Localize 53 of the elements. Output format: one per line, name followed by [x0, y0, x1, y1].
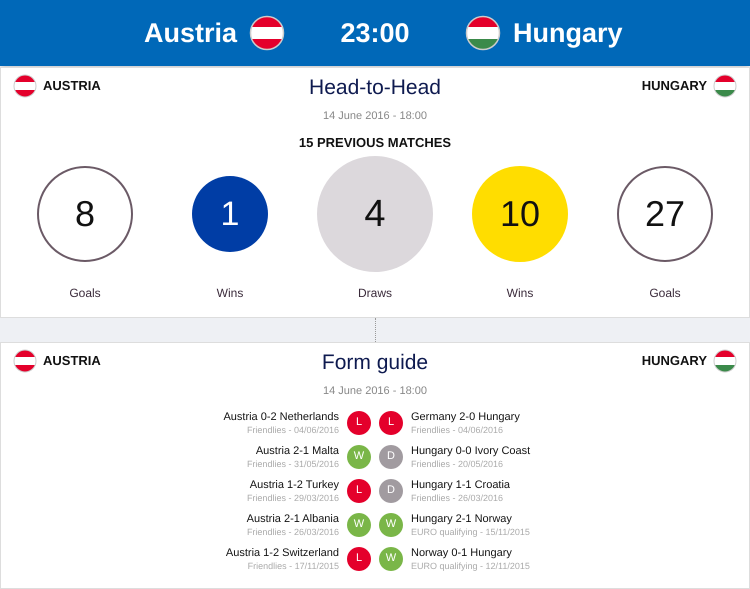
- flag-icon: [713, 74, 737, 98]
- match-date: 14 June 2016 - 18:00: [323, 384, 427, 399]
- result-badge: W: [347, 444, 371, 468]
- result-badge: D: [379, 478, 403, 502]
- team-name: HUNGARY: [642, 352, 707, 370]
- matches-count: 15 PREVIOUS MATCHES: [298, 134, 452, 152]
- result-badge: L: [347, 410, 371, 434]
- team-name: AUSTRIA: [43, 77, 101, 96]
- match-info: Friendlies - 20/05/2016: [411, 458, 504, 470]
- team-name: AUSTRIA: [43, 352, 101, 370]
- team-name: HUNGARY: [642, 77, 707, 96]
- flag-icon: [713, 349, 737, 373]
- match-result: Austria 0-2 Netherlands: [223, 410, 339, 424]
- match-result: Norway 0-1 Hungary: [411, 546, 512, 560]
- flag-icon: [249, 15, 285, 51]
- match-info: Friendlies - 31/05/2016: [246, 458, 339, 470]
- match-info: Friendlies - 17/11/2015: [248, 560, 339, 572]
- match-result: Hungary 2-1 Norway: [411, 512, 512, 526]
- stat-label: Wins: [506, 285, 534, 302]
- result-badge: W: [347, 512, 371, 536]
- match-info: Friendlies - 26/03/2016: [246, 526, 339, 538]
- flag-icon: [13, 349, 37, 373]
- result-badge: L: [379, 410, 403, 434]
- match-result: Hungary 1-1 Croatia: [411, 478, 510, 492]
- match-info: EURO qualifying - 12/11/2015: [411, 560, 530, 572]
- match-date: 14 June 2016 - 18:00: [323, 109, 427, 124]
- flag-icon: [465, 15, 501, 51]
- section-title: Head-to-Head: [309, 75, 441, 101]
- match-info: Friendlies - 04/06/2016: [411, 424, 504, 436]
- result-badge: L: [347, 478, 371, 502]
- match-info: EURO qualifying - 15/11/2015: [411, 526, 530, 538]
- match-result: Hungary 0-0 Ivory Coast: [411, 444, 530, 458]
- team-name: Austria: [144, 16, 237, 50]
- result-badge: L: [347, 546, 371, 570]
- stat-label: Wins: [216, 285, 244, 302]
- match-result: Germany 2-0 Hungary: [411, 410, 520, 424]
- flag-icon: [13, 74, 37, 98]
- stat-label: Draws: [358, 285, 392, 302]
- match-time: 23:00: [339, 16, 411, 50]
- match-info: Friendlies - 26/03/2016: [411, 492, 504, 504]
- match-info: Friendlies - 04/06/2016: [246, 424, 339, 436]
- match-result: Austria 2-1 Albania: [246, 512, 339, 526]
- match-info: Friendlies - 29/03/2016: [246, 492, 339, 504]
- match-result: Austria 2-1 Malta: [256, 444, 339, 458]
- result-badge: D: [379, 444, 403, 468]
- result-badge: W: [379, 512, 403, 536]
- result-badge: W: [379, 546, 403, 570]
- team-name: Hungary: [513, 16, 623, 50]
- stat-label: Goals: [649, 285, 681, 302]
- section-title: Form guide: [322, 350, 428, 376]
- stat-label: Goals: [69, 285, 101, 302]
- match-result: Austria 1-2 Turkey: [250, 478, 339, 492]
- match-result: Austria 1-2 Switzerland: [226, 546, 339, 560]
